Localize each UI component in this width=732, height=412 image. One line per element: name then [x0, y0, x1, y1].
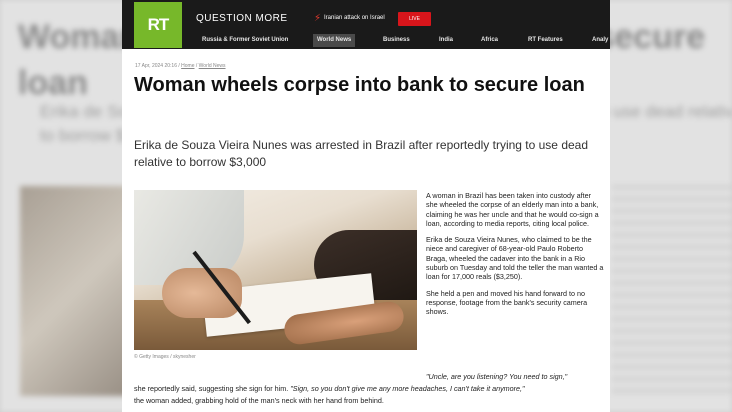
background-image-left: [20, 186, 130, 396]
nav-item-india[interactable]: India: [435, 34, 457, 47]
tagline: QUESTION MORE: [196, 13, 288, 24]
live-button[interactable]: LIVE: [398, 12, 431, 26]
paragraph-4: she reportedly said, suggesting she sign…: [134, 384, 610, 394]
quote-1: "Uncle, are you listening? You need to s…: [426, 372, 568, 381]
nav-item-world-news[interactable]: World News: [313, 34, 356, 47]
nav-item-business[interactable]: Business: [379, 34, 414, 47]
article-subtitle: Erika de Souza Vieira Nunes was arrested…: [134, 138, 589, 169]
article-date: 17 Apr, 2024 20:16: [135, 63, 177, 69]
breadcrumb-world-news[interactable]: World News: [199, 63, 226, 69]
nav-item-rt-features[interactable]: RT Features: [524, 34, 567, 47]
nav-item-analysis[interactable]: Analy: [588, 34, 610, 47]
article-meta: 17 Apr, 2024 20:16 / Home / World News: [135, 63, 226, 69]
photo-writing-hand: [162, 268, 242, 318]
paragraph-3: She held a pen and moved his hand forwar…: [426, 288, 588, 317]
nav-item-russia[interactable]: Russia & Former Soviet Union: [198, 34, 292, 47]
lightning-icon: ⚡: [314, 13, 322, 24]
paragraph-5: the woman added, grabbing hold of the ma…: [134, 396, 384, 405]
article-card: RT QUESTION MORE ⚡ Iranian attack on Isr…: [122, 0, 610, 412]
main-nav: Russia & Former Soviet Union World News …: [122, 32, 610, 49]
paragraph-2: Erika de Souza Vieira Nunes, who claimed…: [426, 235, 604, 282]
article-headline: Woman wheels corpse into bank to secure …: [134, 74, 585, 96]
paragraph-1: A woman in Brazil has been taken into cu…: [426, 191, 599, 228]
article-photo[interactable]: [134, 190, 417, 350]
paragraph-4-text: she reportedly said, suggesting she sign…: [134, 384, 291, 393]
background-image-right: [612, 186, 732, 396]
breaking-news-link[interactable]: Iranian attack on Israel: [324, 15, 385, 21]
site-header: RT QUESTION MORE ⚡ Iranian attack on Isr…: [122, 0, 610, 49]
breadcrumb-home[interactable]: Home: [181, 63, 194, 69]
article-body-column: A woman in Brazil has been taken into cu…: [426, 191, 604, 324]
quote-2: "Sign, so you don't give me any more hea…: [290, 384, 525, 393]
nav-item-africa[interactable]: Africa: [477, 34, 502, 47]
photo-credit: © Getty Images / skynesher: [134, 354, 196, 360]
